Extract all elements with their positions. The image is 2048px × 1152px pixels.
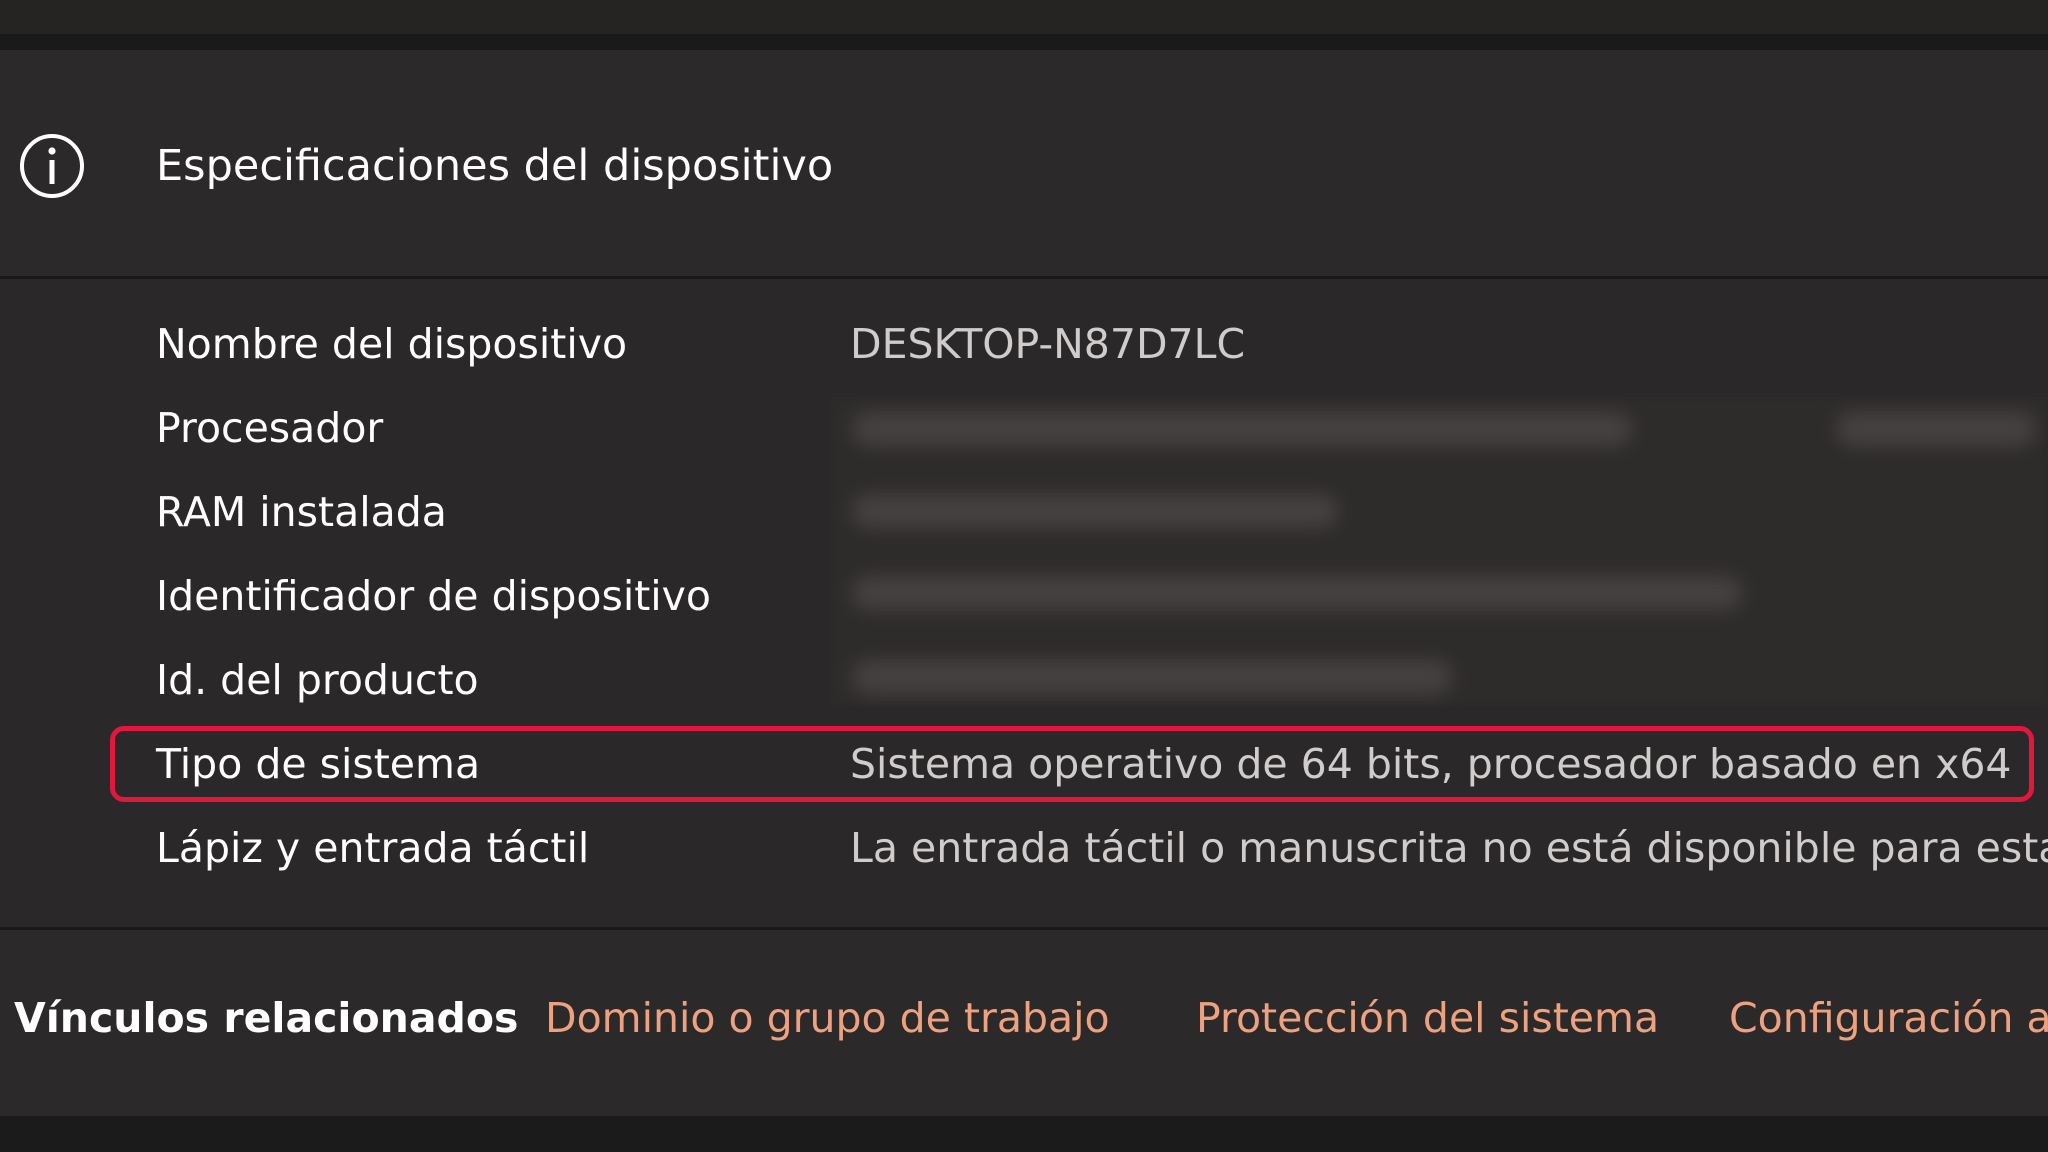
spec-row-system-type: Tipo de sistema Sistema operativo de 64 … xyxy=(0,722,2048,806)
related-links-title: Vínculos relacionados xyxy=(14,994,519,1042)
info-icon xyxy=(20,134,84,198)
blurred-product-id-value xyxy=(852,660,1452,694)
spec-label: Procesador xyxy=(156,404,384,452)
blurred-processor-speed xyxy=(1836,412,2036,446)
spec-value: DESKTOP-N87D7LC xyxy=(850,320,1246,368)
link-advanced-settings[interactable]: Configuración a xyxy=(1729,990,2048,1046)
spec-label: RAM instalada xyxy=(156,488,447,536)
bottom-strip xyxy=(0,1116,2048,1152)
spec-label: Lápiz y entrada táctil xyxy=(156,824,590,872)
spec-value: Sistema operativo de 64 bits, procesador… xyxy=(850,740,2012,788)
top-strip xyxy=(0,0,2048,34)
link-system-protection[interactable]: Protección del sistema xyxy=(1196,990,1659,1046)
top-divider xyxy=(0,34,2048,50)
blurred-processor-value xyxy=(852,412,1632,446)
link-domain-workgroup[interactable]: Dominio o grupo de trabajo xyxy=(545,990,1110,1046)
blurred-ram-value xyxy=(852,494,1338,528)
spec-label: Identificador de dispositivo xyxy=(156,572,712,620)
blurred-device-id-value xyxy=(852,576,1742,610)
section-title: Especificaciones del dispositivo xyxy=(156,141,834,191)
spec-label: Id. del producto xyxy=(156,656,479,704)
spec-row-pen-touch: Lápiz y entrada táctil La entrada táctil… xyxy=(0,806,2048,890)
spec-value: La entrada táctil o manuscrita no está d… xyxy=(850,824,2048,872)
spec-row-device-name: Nombre del dispositivo DESKTOP-N87D7LC xyxy=(0,302,2048,386)
spec-label: Nombre del dispositivo xyxy=(156,320,628,368)
spec-label: Tipo de sistema xyxy=(156,740,481,788)
